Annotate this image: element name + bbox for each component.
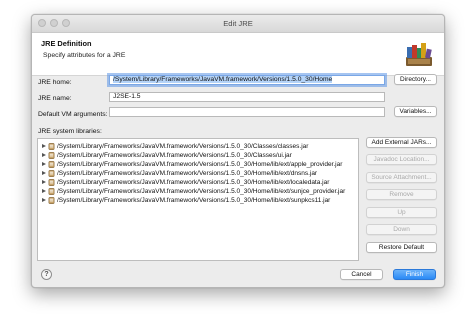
jre-name-field[interactable]: J2SE-1.5 [109, 92, 385, 102]
window-title: Edit JRE [223, 19, 253, 28]
jar-icon [48, 161, 55, 168]
triangle-right-icon[interactable] [42, 162, 46, 166]
dialog-header: JRE Definition Specify attributes for a … [32, 33, 444, 76]
variables-button[interactable]: Variables... [394, 106, 437, 117]
library-path: /System/Library/Frameworks/JavaVM.framew… [57, 197, 331, 204]
vm-args-field[interactable] [109, 107, 385, 117]
triangle-right-icon[interactable] [42, 153, 46, 157]
books-icon [406, 43, 432, 66]
title-bar: Edit JRE [32, 15, 444, 33]
header-title: JRE Definition [41, 39, 92, 48]
library-path: /System/Library/Frameworks/JavaVM.framew… [57, 152, 292, 159]
triangle-right-icon[interactable] [42, 171, 46, 175]
library-path: /System/Library/Frameworks/JavaVM.framew… [57, 161, 343, 168]
jre-name-label: JRE name: [38, 95, 72, 102]
help-button[interactable]: ? [41, 269, 52, 280]
jar-icon [48, 179, 55, 186]
jar-icon [48, 152, 55, 159]
restore-default-button[interactable]: Restore Default [366, 242, 437, 253]
jar-icon [48, 188, 55, 195]
vm-args-label: Default VM arguments: [38, 111, 108, 118]
library-path: /System/Library/Frameworks/JavaVM.framew… [57, 179, 330, 186]
jar-icon [48, 143, 55, 150]
add-external-jars-button[interactable]: Add External JARs... [366, 137, 437, 148]
jre-home-value: /System/Library/Frameworks/JavaVM.framew… [113, 76, 333, 83]
triangle-right-icon[interactable] [42, 180, 46, 184]
libraries-label: JRE system libraries: [38, 128, 102, 135]
library-path: /System/Library/Frameworks/JavaVM.framew… [57, 188, 346, 195]
triangle-right-icon[interactable] [42, 144, 46, 148]
down-button[interactable]: Down [366, 224, 437, 235]
cancel-button[interactable]: Cancel [340, 269, 383, 280]
header-subtitle: Specify attributes for a JRE [43, 52, 126, 59]
triangle-right-icon[interactable] [42, 198, 46, 202]
directory-button[interactable]: Directory... [394, 74, 437, 85]
source-attachment-button[interactable]: Source Attachment... [366, 172, 437, 183]
jre-home-field[interactable]: /System/Library/Frameworks/JavaVM.framew… [109, 75, 385, 85]
javadoc-location-button[interactable]: Javadoc Location... [366, 154, 437, 165]
jar-icon [48, 197, 55, 204]
jar-icon [48, 170, 55, 177]
edit-jre-dialog: Edit JRE JRE Definition Specify attribut… [31, 14, 445, 288]
triangle-right-icon[interactable] [42, 189, 46, 193]
library-path: /System/Library/Frameworks/JavaVM.framew… [57, 170, 318, 177]
library-path: /System/Library/Frameworks/JavaVM.framew… [57, 143, 309, 150]
jre-home-label: JRE home: [38, 79, 72, 86]
up-button[interactable]: Up [366, 207, 437, 218]
finish-button[interactable]: Finish [393, 269, 436, 280]
remove-button[interactable]: Remove [366, 189, 437, 200]
libraries-list[interactable]: /System/Library/Frameworks/JavaVM.framew… [37, 138, 359, 261]
jre-name-value: J2SE-1.5 [113, 93, 141, 100]
